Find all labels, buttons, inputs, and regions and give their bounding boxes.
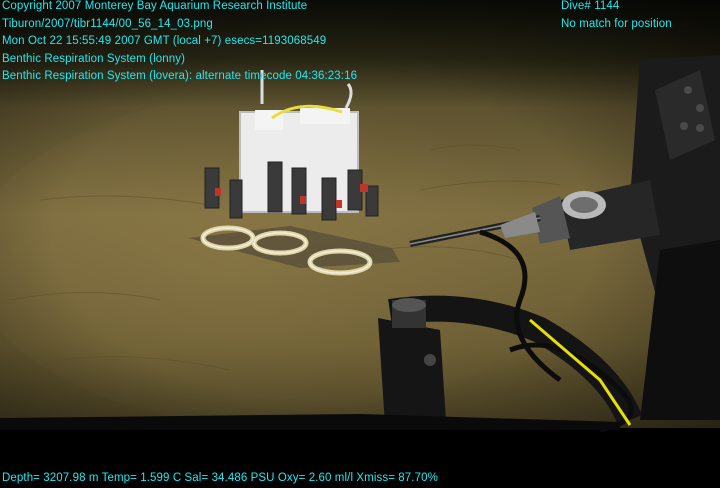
telemetry-text: Depth= 3207.98 m Temp= 1.599 C Sal= 34.4… — [2, 472, 438, 484]
dive-info: Dive# 1144 No match for position — [561, 0, 672, 33]
position-status-text: No match for position — [561, 17, 672, 30]
system-lovera-text: Benthic Respiration System (lovera): alt… — [2, 70, 358, 82]
timestamp-text: Mon Oct 22 15:55:49 2007 GMT (local +7) … — [2, 35, 327, 47]
copyright-text: Copyright 2007 Monterey Bay Aquarium Res… — [2, 0, 308, 12]
system-lonny-text: Benthic Respiration System (lonny) — [2, 52, 186, 65]
file-path-text: Tiburon/2007/tibr1144/00_56_14_03.png — [2, 17, 213, 30]
dive-number-text: Dive# 1144 — [561, 0, 620, 12]
telemetry-readout: Depth= 3207.98 m Temp= 1.599 C Sal= 34.4… — [2, 470, 438, 488]
video-overlay-metadata: Copyright 2007 Monterey Bay Aquarium Res… — [2, 0, 357, 86]
